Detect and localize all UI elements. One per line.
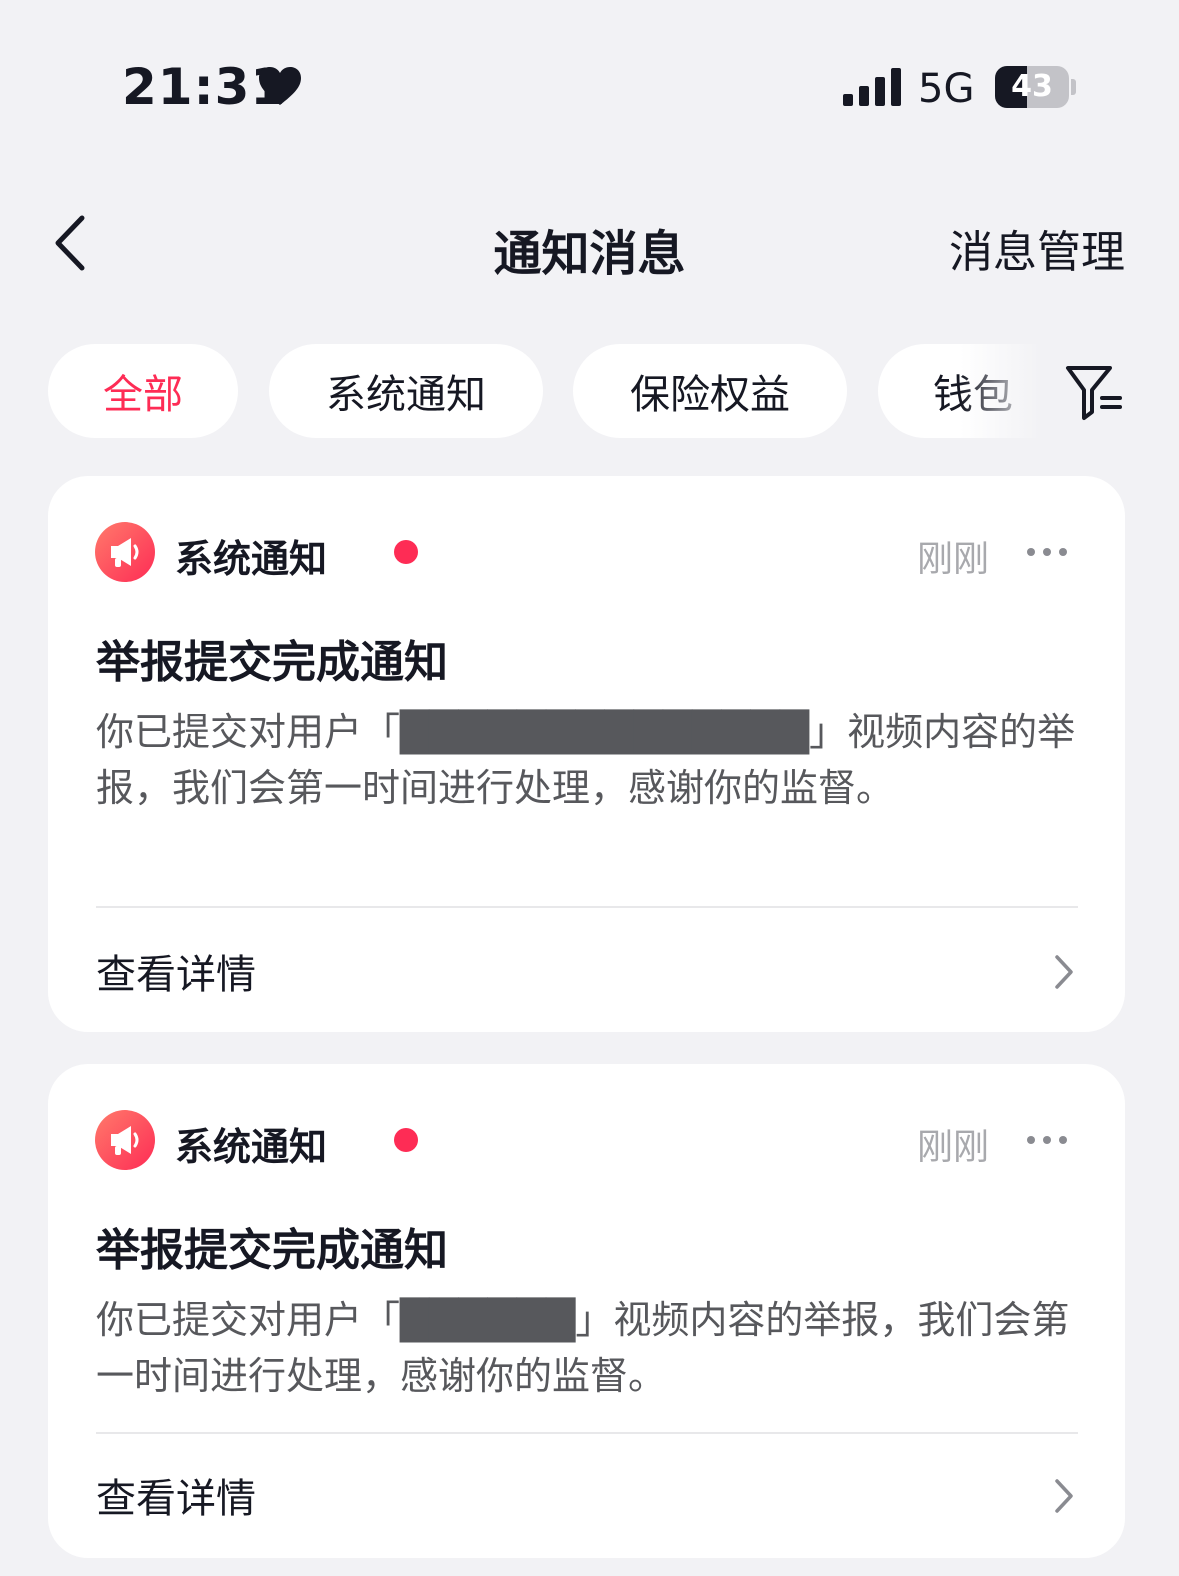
filter-icon[interactable] [1064,362,1124,422]
notification-title: 举报提交完成通知 [96,637,448,688]
notification-source: 系统通知 [175,537,328,581]
chevron-right-icon [1055,955,1073,989]
notification-title: 举报提交完成通知 [96,1225,448,1276]
more-icon[interactable] [1025,546,1069,558]
view-details-button[interactable]: 查看详情 [96,932,1078,1012]
tab-all[interactable]: 全部 [48,344,238,438]
notification-card[interactable]: 系统通知 刚刚 举报提交完成通知 你已提交对用户「██████████████」… [48,476,1125,1032]
card-header: 系统通知 刚刚 [95,1110,1075,1170]
view-details-label: 查看详情 [96,1476,256,1522]
view-details-button[interactable]: 查看详情 [96,1456,1078,1536]
tab-insurance[interactable]: 保险权益 [573,344,847,438]
notification-screen: 21:31 5G 43 通知消息 消息管理 全部 系统通知 保险权益 钱包 [0,0,1179,1576]
notification-time: 刚刚 [916,539,989,580]
notification-time: 刚刚 [916,1127,989,1168]
notification-body: 你已提交对用户「██████████████」视频内容的举报，我们会第一时间进行… [96,710,1076,810]
notification-source: 系统通知 [175,1125,328,1169]
unread-dot [394,540,418,564]
card-divider [96,1432,1078,1434]
unread-dot [394,1128,418,1152]
tab-system-notice[interactable]: 系统通知 [269,344,543,438]
notification-card[interactable]: 系统通知 刚刚 举报提交完成通知 你已提交对用户「██████」视频内容的举报，… [48,1064,1125,1558]
more-icon[interactable] [1025,1134,1069,1146]
tabs-fade-overlay [960,344,1060,438]
card-header: 系统通知 刚刚 [95,522,1075,582]
chevron-right-icon [1055,1479,1073,1513]
category-tabs: 全部 系统通知 保险权益 钱包 [0,344,1060,438]
notification-body: 你已提交对用户「██████」视频内容的举报，我们会第一时间进行处理，感谢你的监… [96,1298,1070,1398]
message-management-button[interactable]: 消息管理 [949,216,1125,280]
card-divider [96,906,1078,908]
view-details-label: 查看详情 [96,952,256,998]
status-bar: 21:31 5G 43 [0,0,1179,150]
battery-indicator: 43 [995,66,1069,108]
megaphone-icon [95,1110,155,1170]
signal-icon [843,68,901,106]
battery-level: 43 [1011,69,1053,104]
battery-cap [1071,79,1076,95]
heart-icon [259,67,301,105]
megaphone-icon [95,522,155,582]
network-type: 5G [918,66,975,112]
